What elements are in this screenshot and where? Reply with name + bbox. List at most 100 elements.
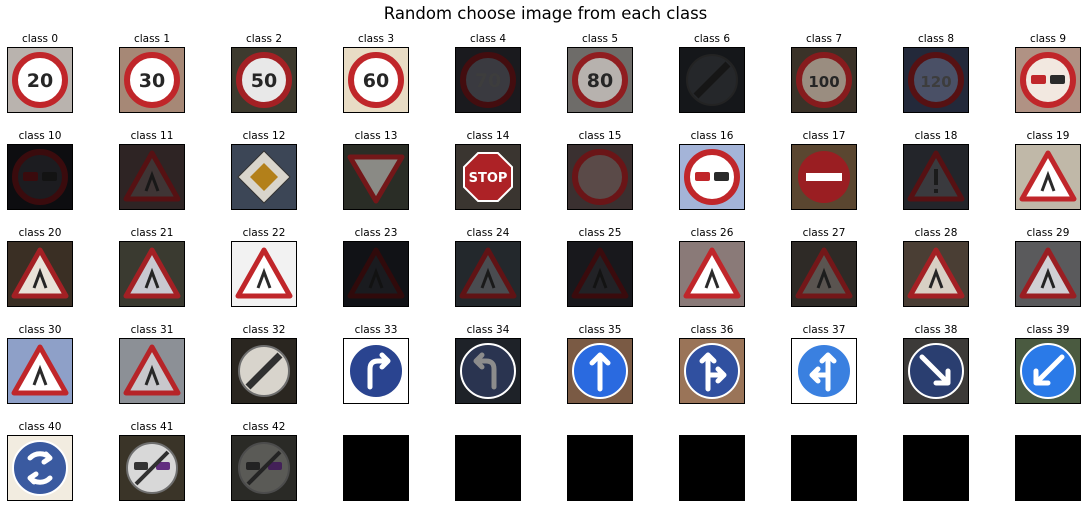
class-cell: class 16 — [677, 129, 747, 210]
empty-tile — [791, 435, 857, 501]
sign-thumbnail: 120 — [903, 47, 969, 113]
class-label: class 28 — [914, 227, 958, 239]
class-cell: class 28 — [901, 226, 971, 307]
speed-limit-70-sign-icon: 70 — [456, 48, 520, 112]
go-straight-or-left-sign-icon — [792, 339, 856, 403]
class-cell: class 42 — [229, 420, 299, 501]
sign-thumbnail — [791, 338, 857, 404]
road-narrows-sign-icon — [456, 242, 520, 306]
class-cell: class 4 70 — [453, 32, 523, 113]
sign-thumbnail: 30 — [119, 47, 185, 113]
class-label: class 24 — [466, 227, 510, 239]
class-label: class 42 — [242, 421, 286, 433]
svg-text:80: 80 — [587, 70, 613, 92]
wild-animals-crossing-sign-icon — [120, 339, 184, 403]
sign-thumbnail — [231, 241, 297, 307]
sign-thumbnail — [119, 435, 185, 501]
yield-sign-icon — [344, 145, 408, 209]
sign-thumbnail — [1015, 338, 1081, 404]
empty-tile — [343, 435, 409, 501]
class-label: class 0 — [21, 33, 59, 45]
sign-thumbnail — [567, 144, 633, 210]
class-label: class 15 — [578, 130, 622, 142]
speed-limit-120-sign-icon: 120 — [904, 48, 968, 112]
sign-thumbnail — [119, 241, 185, 307]
class-cell: class 30 — [5, 323, 75, 404]
sign-thumbnail — [679, 241, 745, 307]
sign-thumbnail — [231, 144, 297, 210]
class-label: class 21 — [130, 227, 174, 239]
empty-tile — [567, 435, 633, 501]
keep-left-sign-icon — [1016, 339, 1080, 403]
turn-left-ahead-sign-icon — [456, 339, 520, 403]
class-label: class 41 — [130, 421, 174, 433]
class-label: class 38 — [914, 324, 958, 336]
class-cell — [789, 420, 859, 501]
class-cell — [901, 420, 971, 501]
empty-black-tile — [456, 436, 520, 500]
class-label: class 27 — [802, 227, 846, 239]
class-cell: class 17 — [789, 129, 859, 210]
right-of-way-sign-icon — [120, 145, 184, 209]
sign-thumbnail — [231, 338, 297, 404]
class-label — [789, 420, 859, 434]
class-cell — [1013, 420, 1083, 501]
sign-thumbnail — [343, 144, 409, 210]
speed-limit-80-sign-icon: 80 — [568, 48, 632, 112]
class-label: class 31 — [130, 324, 174, 336]
end-speed-limit-80-sign-icon — [680, 48, 744, 112]
sign-thumbnail — [1015, 47, 1081, 113]
class-label: class 10 — [18, 130, 62, 142]
class-cell: class 25 — [565, 226, 635, 307]
speed-limit-100-sign-icon: 100 — [792, 48, 856, 112]
class-label — [901, 420, 971, 434]
svg-text:60: 60 — [363, 70, 389, 92]
class-cell: class 31 — [117, 323, 187, 404]
class-label: class 14 — [466, 130, 510, 142]
sign-thumbnail — [679, 338, 745, 404]
class-label: class 33 — [354, 324, 398, 336]
class-cell: class 37 — [789, 323, 859, 404]
children-crossing-sign-icon — [904, 242, 968, 306]
keep-right-sign-icon — [904, 339, 968, 403]
empty-black-tile — [792, 436, 856, 500]
sign-thumbnail — [7, 435, 73, 501]
class-cell: class 38 — [901, 323, 971, 404]
class-cell: class 14 STOP — [453, 129, 523, 210]
class-label — [677, 420, 747, 434]
class-cell: class 8 120 — [901, 32, 971, 113]
class-label: class 40 — [18, 421, 62, 433]
class-cell: class 2 50 — [229, 32, 299, 113]
class-cell: class 19 — [1013, 129, 1083, 210]
class-cell: class 15 — [565, 129, 635, 210]
sign-thumbnail — [791, 144, 857, 210]
class-label: class 34 — [466, 324, 510, 336]
empty-black-tile — [680, 436, 744, 500]
speed-limit-50-sign-icon: 50 — [232, 48, 296, 112]
sign-thumbnail — [903, 144, 969, 210]
class-label: class 23 — [354, 227, 398, 239]
priority-road-sign-icon — [232, 145, 296, 209]
class-cell: class 18 — [901, 129, 971, 210]
sign-thumbnail — [679, 144, 745, 210]
class-label: class 26 — [690, 227, 734, 239]
sign-thumbnail — [231, 435, 297, 501]
class-label: class 29 — [1026, 227, 1070, 239]
empty-black-tile — [568, 436, 632, 500]
class-label: class 16 — [690, 130, 734, 142]
class-label: class 4 — [469, 33, 507, 45]
class-cell: class 36 — [677, 323, 747, 404]
class-cell: class 23 — [341, 226, 411, 307]
bicycles-crossing-sign-icon — [1016, 242, 1080, 306]
beware-ice-snow-sign-icon — [8, 339, 72, 403]
sign-thumbnail: 100 — [791, 47, 857, 113]
class-label: class 3 — [357, 33, 395, 45]
svg-text:20: 20 — [27, 70, 53, 92]
dangerous-curve-right-sign-icon — [8, 242, 72, 306]
class-label: class 9 — [1029, 33, 1067, 45]
class-label — [341, 420, 411, 434]
class-cell: class 7 100 — [789, 32, 859, 113]
roundabout-mandatory-sign-icon — [8, 436, 72, 500]
class-cell: class 5 80 — [565, 32, 635, 113]
class-cell: class 27 — [789, 226, 859, 307]
